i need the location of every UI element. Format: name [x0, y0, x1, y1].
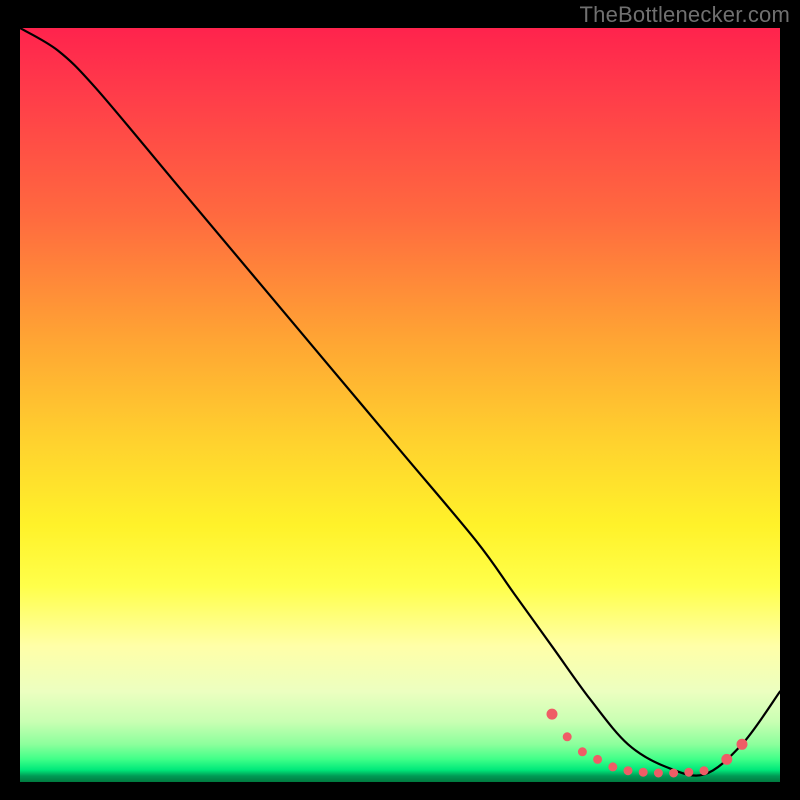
marker-dot [737, 739, 747, 749]
curve-overlay [20, 28, 780, 782]
marker-dot [654, 769, 662, 777]
marker-dot [639, 768, 647, 776]
marker-dot [547, 709, 557, 719]
marker-dot [563, 733, 571, 741]
marker-dot [578, 748, 586, 756]
plot-area [20, 28, 780, 782]
attribution-text: TheBottlenecker.com [580, 2, 790, 28]
marker-dot [670, 769, 678, 777]
marker-dot [685, 768, 693, 776]
chart-stage: TheBottlenecker.com [0, 0, 800, 800]
bottleneck-curve [20, 28, 780, 776]
marker-dot [609, 763, 617, 771]
marker-dot [700, 767, 708, 775]
marker-dot [722, 754, 732, 764]
marker-dot [594, 755, 602, 763]
marker-dot [624, 767, 632, 775]
